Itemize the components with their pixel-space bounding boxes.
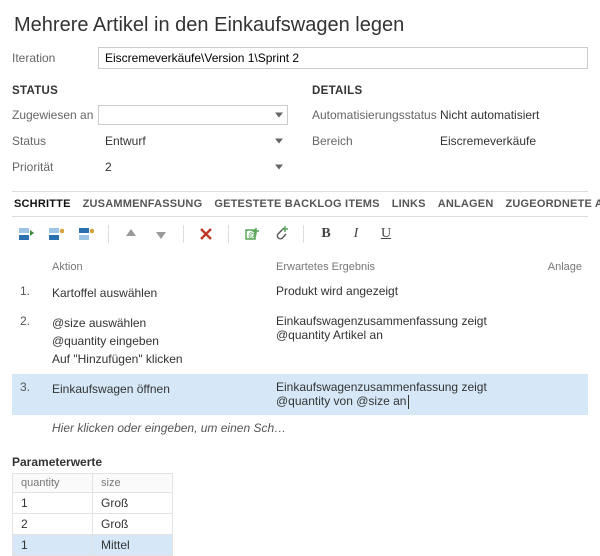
area-label: Bereich: [312, 134, 440, 148]
parameters-heading: Parameterwerte: [12, 455, 588, 469]
assigned-label: Zugewiesen an: [12, 108, 98, 122]
steps-col-action: Aktion: [52, 261, 276, 273]
param-cell[interactable]: 1: [13, 492, 93, 513]
param-row[interactable]: 1Groß: [13, 492, 173, 513]
step-row[interactable]: 1.Kartoffel auswählenProdukt wird angeze…: [12, 278, 588, 308]
insert-step-icon[interactable]: [14, 223, 38, 245]
italic-button[interactable]: I: [344, 223, 368, 245]
tab-zusammenfassung[interactable]: ZUSAMMENFASSUNG: [83, 198, 203, 210]
insert-parameter-icon[interactable]: @: [239, 223, 263, 245]
step-attachment: [538, 284, 588, 302]
chevron-down-icon: [275, 165, 283, 170]
page-title[interactable]: Mehrere Artikel in den Einkaufswagen leg…: [12, 10, 588, 47]
param-cell[interactable]: Groß: [93, 513, 173, 534]
add-step-placeholder[interactable]: Hier klicken oder eingeben, um einen Sch…: [12, 415, 588, 441]
step-expected[interactable]: Produkt wird angezeigt: [276, 284, 538, 302]
param-row[interactable]: 2Groß: [13, 513, 173, 534]
automation-value: Nicht automatisiert: [440, 108, 539, 122]
param-cell[interactable]: 1: [13, 534, 93, 555]
step-row[interactable]: 2.@size auswählen@quantity eingebenAuf "…: [12, 308, 588, 374]
create-shared-steps-icon[interactable]: [74, 223, 98, 245]
step-action[interactable]: Kartoffel auswählen: [52, 284, 276, 302]
priority-label: Priorität: [12, 160, 98, 174]
state-value: Entwurf: [105, 134, 146, 148]
toolbar-separator: [303, 225, 304, 243]
state-label: Status: [12, 134, 98, 148]
step-expected[interactable]: Einkaufswagenzusammenfassung zeigt @quan…: [276, 380, 538, 409]
step-row[interactable]: 3.Einkaufswagen öffnenEinkaufswagenzusam…: [12, 374, 588, 415]
tab-links[interactable]: LINKS: [392, 198, 426, 210]
move-up-icon[interactable]: [119, 223, 143, 245]
step-attachment: [538, 380, 588, 409]
parameters-table[interactable]: quantitysize 1Groß2Groß1Mittel: [12, 473, 173, 556]
delete-icon[interactable]: [194, 223, 218, 245]
tab-getestete-backlog-items[interactable]: GETESTETE BACKLOG ITEMS: [214, 198, 379, 210]
toolbar-separator: [108, 225, 109, 243]
move-down-icon[interactable]: [149, 223, 173, 245]
tab-schritte[interactable]: SCHRITTE: [14, 198, 71, 210]
tab-zugeordnete-automatisierung[interactable]: ZUGEORDNETE AUTOMATISIERUNG: [505, 198, 600, 210]
steps-col-attach: Anlage: [538, 261, 588, 273]
priority-combo[interactable]: 2: [98, 157, 288, 177]
steps-toolbar: @ B I U: [12, 217, 588, 251]
bold-button[interactable]: B: [314, 223, 338, 245]
attachment-icon[interactable]: [269, 223, 293, 245]
tab-anlagen[interactable]: ANLAGEN: [438, 198, 494, 210]
details-heading: DETAILS: [312, 85, 588, 97]
step-attachment: [538, 314, 588, 368]
param-col-size: size: [93, 473, 173, 492]
steps-col-expected: Erwartetes Ergebnis: [276, 261, 538, 273]
priority-value: 2: [105, 160, 112, 174]
param-cell[interactable]: Mittel: [93, 534, 173, 555]
step-number: 1.: [12, 284, 52, 302]
step-number: 3.: [12, 380, 52, 409]
toolbar-separator: [183, 225, 184, 243]
chevron-down-icon: [275, 113, 283, 118]
toolbar-separator: [228, 225, 229, 243]
assigned-combo[interactable]: [98, 105, 288, 125]
underline-button[interactable]: U: [374, 223, 398, 245]
iteration-input[interactable]: [98, 47, 588, 69]
status-heading: STATUS: [12, 85, 288, 97]
param-row[interactable]: 1Mittel: [13, 534, 173, 555]
area-value: Eiscremeverkäufe: [440, 134, 536, 148]
param-cell[interactable]: 2: [13, 513, 93, 534]
state-combo[interactable]: Entwurf: [98, 131, 288, 151]
param-col-quantity: quantity: [13, 473, 93, 492]
automation-label: Automatisierungsstatus: [312, 108, 440, 122]
chevron-down-icon: [275, 139, 283, 144]
param-cell[interactable]: Groß: [93, 492, 173, 513]
step-number: 2.: [12, 314, 52, 368]
step-expected[interactable]: Einkaufswagenzusammenfassung zeigt @quan…: [276, 314, 538, 368]
iteration-label: Iteration: [12, 51, 98, 65]
insert-shared-step-icon[interactable]: [44, 223, 68, 245]
step-action[interactable]: @size auswählen@quantity eingebenAuf "Hi…: [52, 314, 276, 368]
step-action[interactable]: Einkaufswagen öffnen: [52, 380, 276, 409]
